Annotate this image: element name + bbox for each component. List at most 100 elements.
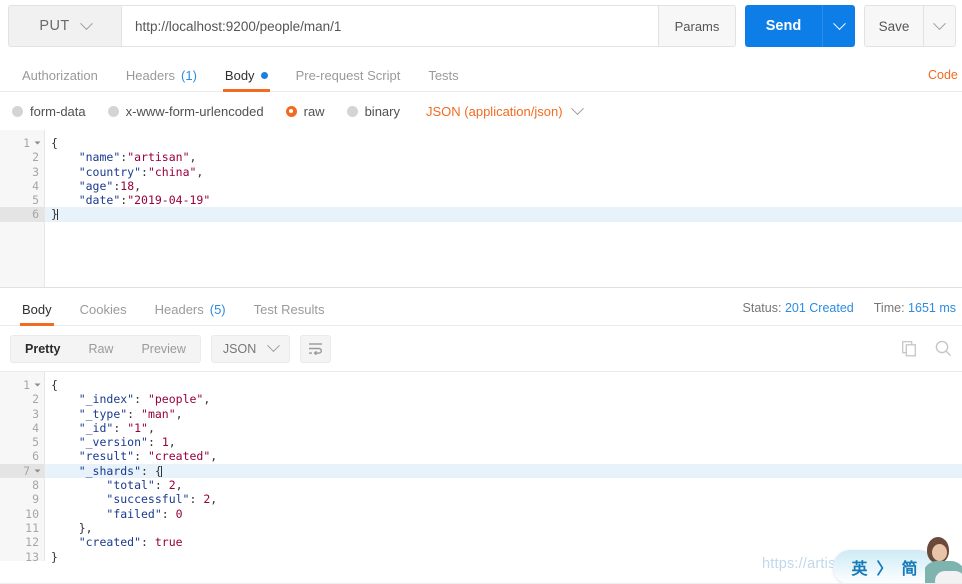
code-token-n: true — [155, 535, 183, 549]
code-line: }, — [45, 521, 962, 535]
body-type-binary[interactable]: binary — [347, 104, 400, 119]
response-meta: Status: 201 Created Time: 1651 ms — [743, 301, 956, 315]
request-tab-label: Tests — [428, 68, 458, 83]
code-token-p — [51, 449, 79, 463]
code-token-p: : — [113, 421, 127, 435]
code-token-p — [51, 165, 79, 179]
status-label: Status: — [743, 301, 782, 315]
request-tab-count: (1) — [181, 68, 197, 83]
line-number-value: 13 — [25, 550, 39, 564]
response-editor-code[interactable]: { "_index": "people", "_type": "man", "_… — [45, 372, 962, 561]
code-line: "age":18, — [45, 179, 962, 193]
code-token-p — [51, 435, 79, 449]
fold-arrow-icon[interactable] — [35, 469, 41, 472]
line-number: 5 — [0, 435, 44, 449]
code-link[interactable]: Code — [928, 68, 958, 82]
response-tab-cookies[interactable]: Cookies — [66, 302, 141, 325]
fold-arrow-icon[interactable] — [35, 142, 41, 145]
response-tab-body[interactable]: Body — [8, 302, 66, 325]
code-line: "created": true — [45, 535, 962, 549]
status-badge: Status: 201 Created — [743, 301, 854, 315]
code-token-p — [51, 407, 79, 421]
line-number-value: 5 — [32, 435, 39, 449]
line-number: 6 — [0, 207, 44, 221]
code-token-k: "name" — [79, 150, 121, 164]
body-type-label: form-data — [30, 104, 86, 119]
save-options-button[interactable] — [924, 5, 956, 47]
radio-icon[interactable] — [286, 106, 297, 117]
line-number-value: 6 — [32, 449, 39, 463]
send-options-button[interactable] — [822, 5, 855, 47]
search-icon[interactable] — [935, 340, 952, 357]
view-mode-raw[interactable]: Raw — [74, 336, 127, 362]
radio-icon[interactable] — [12, 106, 23, 117]
body-type-raw[interactable]: raw — [286, 104, 325, 119]
code-token-p: , — [169, 435, 176, 449]
code-token-k: "successful" — [106, 492, 189, 506]
code-token-p — [51, 535, 79, 549]
body-modified-dot-icon — [261, 72, 268, 79]
code-token-k: "_type" — [79, 407, 127, 421]
code-token-p: : — [134, 449, 148, 463]
request-tab-headers[interactable]: Headers(1) — [112, 68, 211, 91]
time-value: 1651 ms — [908, 301, 956, 315]
request-tab-body[interactable]: Body — [211, 68, 282, 91]
line-number-value: 11 — [25, 521, 39, 535]
params-button[interactable]: Params — [659, 5, 736, 47]
code-line: "successful": 2, — [45, 492, 962, 506]
translate-arrow-icon: 〉 — [876, 555, 892, 579]
code-line: "name":"artisan", — [45, 150, 962, 164]
response-tab-label: Cookies — [80, 302, 127, 317]
request-url-input[interactable]: http://localhost:9200/people/man/1 — [121, 5, 659, 47]
code-token-p: : — [127, 407, 141, 421]
request-tab-authorization[interactable]: Authorization — [8, 68, 112, 91]
http-method-selector[interactable]: PUT — [8, 5, 121, 47]
request-tab-tests[interactable]: Tests — [414, 68, 472, 91]
response-tab-test-results[interactable]: Test Results — [240, 302, 339, 325]
response-editor-gutter: 12345678910111213 — [0, 372, 45, 561]
line-number: 4 — [0, 421, 44, 435]
code-token-s: "china" — [148, 165, 196, 179]
response-format-selector[interactable]: JSON — [211, 335, 290, 363]
radio-icon[interactable] — [108, 106, 119, 117]
code-token-k: "_id" — [79, 421, 114, 435]
line-number: 6 — [0, 449, 44, 463]
response-tab-headers[interactable]: Headers(5) — [141, 302, 240, 325]
code-token-k: "result" — [79, 449, 134, 463]
radio-icon[interactable] — [347, 106, 358, 117]
line-number: 7 — [0, 464, 44, 478]
code-token-n: 18 — [120, 179, 134, 193]
response-body-editor[interactable]: 12345678910111213 { "_index": "people", … — [0, 371, 962, 561]
word-wrap-button[interactable] — [300, 335, 331, 363]
code-token-p: , — [210, 449, 217, 463]
line-number-value: 4 — [32, 421, 39, 435]
code-token-n: 0 — [176, 507, 183, 521]
view-mode-preview[interactable]: Preview — [127, 336, 199, 362]
request-tab-pre-request-script[interactable]: Pre-request Script — [282, 68, 415, 91]
chevron-down-icon — [571, 102, 584, 115]
request-editor-code[interactable]: { "name":"artisan", "country":"china", "… — [45, 130, 962, 287]
send-button[interactable]: Send — [745, 5, 822, 47]
chevron-down-icon — [80, 17, 93, 30]
code-line: "_shards": { — [45, 464, 962, 478]
response-view-mode-group: PrettyRawPreview — [10, 335, 201, 363]
line-number: 8 — [0, 478, 44, 492]
line-number: 5 — [0, 193, 44, 207]
code-line: { — [45, 378, 962, 392]
body-type-form-data[interactable]: form-data — [12, 104, 86, 119]
code-line: { — [45, 136, 962, 150]
code-token-s: "man" — [141, 407, 176, 421]
avatar — [925, 533, 962, 584]
copy-icon[interactable] — [902, 341, 917, 357]
body-type-x-www-form-urlencoded[interactable]: x-www-form-urlencoded — [108, 104, 264, 119]
code-line: "_type": "man", — [45, 407, 962, 421]
view-mode-pretty[interactable]: Pretty — [11, 336, 74, 362]
save-button[interactable]: Save — [864, 5, 924, 47]
code-token-k: "created" — [79, 535, 141, 549]
body-format-selector[interactable]: JSON (application/json) — [426, 104, 582, 119]
code-token-s: "2019-04-19" — [127, 193, 210, 207]
translate-widget[interactable]: 英 〉 简 — [833, 550, 936, 584]
code-token-p — [51, 150, 79, 164]
request-body-editor[interactable]: 123456 { "name":"artisan", "country":"ch… — [0, 130, 962, 288]
fold-arrow-icon[interactable] — [35, 384, 41, 387]
